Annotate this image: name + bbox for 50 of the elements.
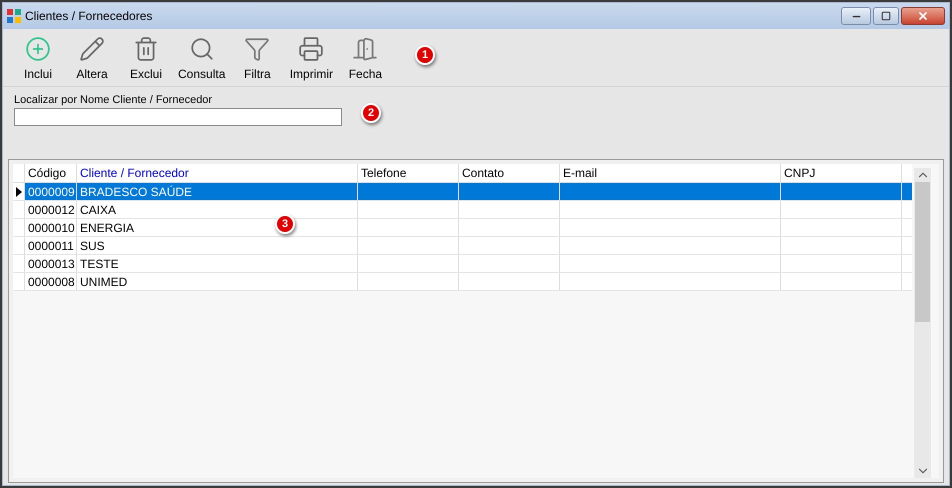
scroll-thumb[interactable]	[915, 182, 930, 322]
toolbar-button[interactable]: Inclui	[11, 36, 65, 83]
search-icon	[188, 36, 215, 62]
table-cell: CAIXA	[80, 203, 116, 217]
table-row[interactable]: 0000009 BRADESCO SAÚDE	[13, 183, 912, 201]
table-cell: 0000009	[28, 185, 75, 199]
pencil-icon	[79, 36, 105, 62]
printer-icon	[298, 36, 324, 62]
column-header[interactable]: Código	[25, 164, 77, 182]
callout-badge: 1	[415, 45, 435, 65]
toolbar-button[interactable]: Altera	[65, 36, 119, 83]
table-row[interactable]: 0000012 CAIXA	[13, 201, 912, 219]
toolbar-button[interactable]: Consulta	[173, 36, 230, 83]
table-row[interactable]: 0000008 UNIMED	[13, 273, 912, 291]
table-cell: 0000013	[28, 257, 75, 271]
close-button[interactable]	[901, 7, 945, 25]
toolbar-button[interactable]: Imprimir	[284, 36, 338, 83]
funnel-icon	[244, 36, 270, 62]
trash-icon	[133, 36, 159, 62]
app-icon	[7, 9, 21, 23]
column-header[interactable]: Telefone	[358, 164, 459, 182]
door-icon	[352, 36, 378, 62]
table-cell: 0000012	[28, 203, 75, 217]
search-field[interactable]	[14, 108, 342, 126]
toolbar-button[interactable]: Exclui	[119, 36, 173, 83]
toolbar-button[interactable]: Fecha	[338, 36, 392, 83]
table-cell: ENERGIA	[80, 221, 134, 235]
table-cell: SUS	[80, 239, 105, 253]
toolbar-button[interactable]: Filtra	[230, 36, 284, 83]
row-pointer-icon	[16, 186, 22, 196]
maximize-button[interactable]	[873, 7, 899, 25]
table-cell: UNIMED	[80, 275, 128, 289]
table-cell: 0000008	[28, 275, 75, 289]
window-title: Clientes / Fornecedores	[25, 8, 152, 25]
table-cell: 0000011	[28, 239, 74, 253]
table-cell: 0000010	[28, 221, 75, 235]
table-cell: BRADESCO SAÚDE	[80, 185, 192, 199]
maximize-icon	[881, 11, 891, 21]
table-row[interactable]: 0000011 SUS	[13, 237, 912, 255]
close-icon	[917, 10, 929, 22]
column-header[interactable]: Cliente / Fornecedor	[77, 164, 358, 182]
column-header[interactable]: CNPJ	[781, 164, 902, 182]
search-label: Localizar por Nome Cliente / Fornecedor	[14, 94, 214, 107]
callout-badge: 2	[361, 103, 381, 123]
column-header[interactable]: E-mail	[560, 164, 781, 182]
column-header[interactable]: Contato	[459, 164, 560, 182]
add-icon	[25, 36, 51, 62]
scrollbar[interactable]	[914, 168, 931, 478]
table-cell: TESTE	[80, 257, 119, 271]
table-row[interactable]: 0000013 TESTE	[13, 255, 912, 273]
